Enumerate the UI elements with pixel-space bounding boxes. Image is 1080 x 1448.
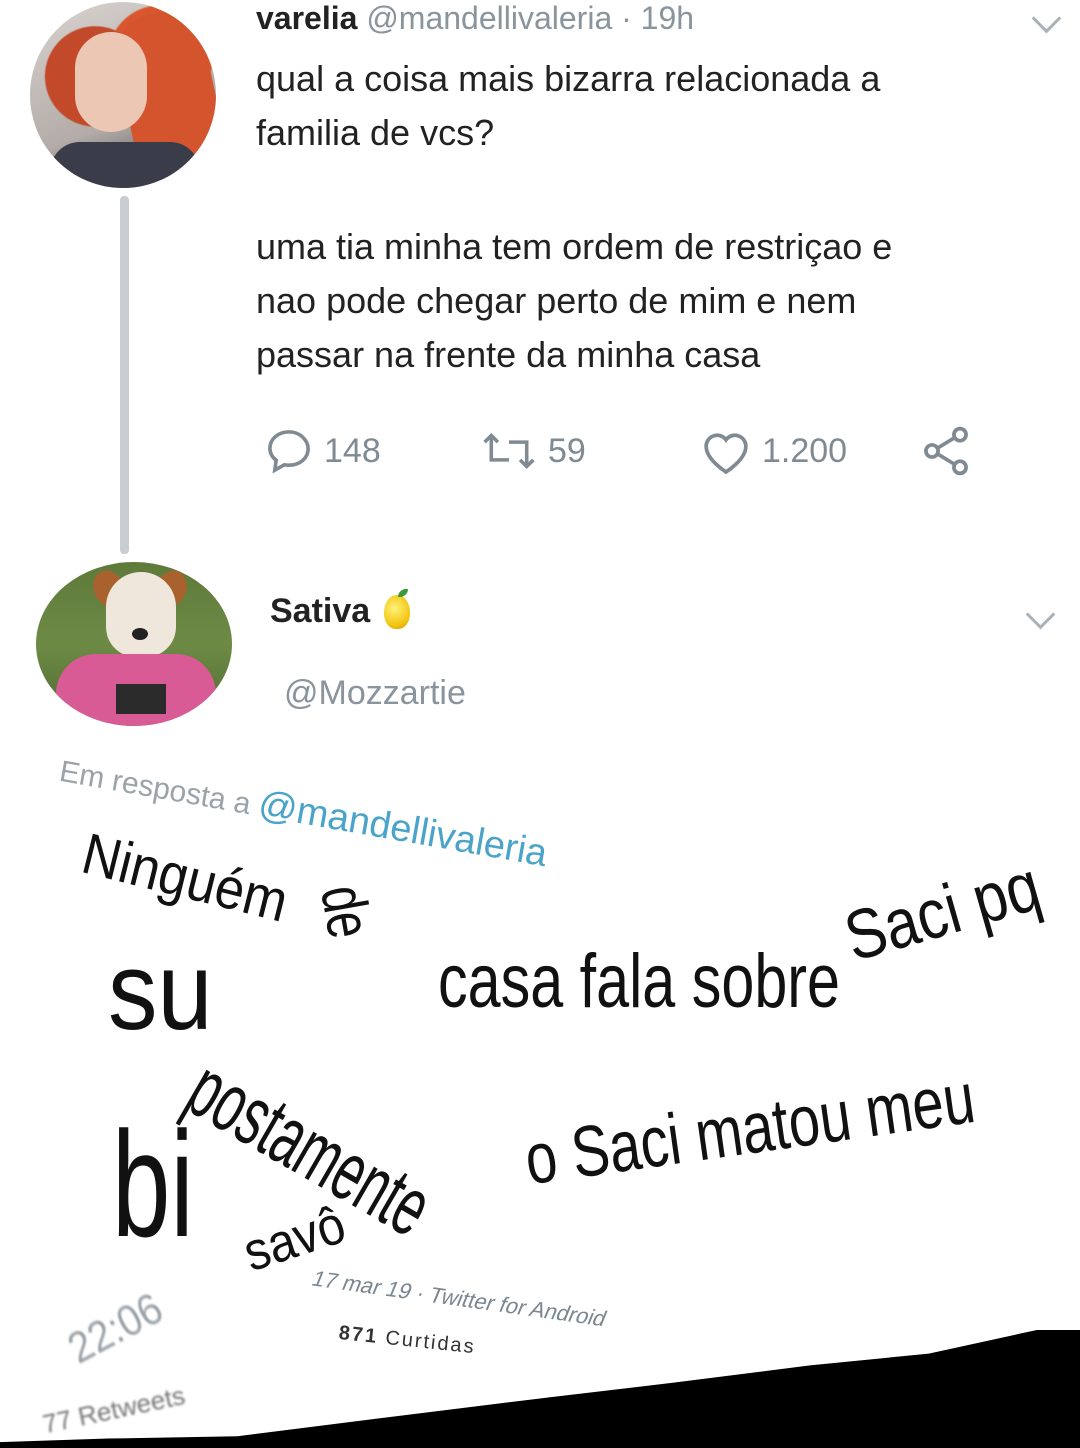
author-handle[interactable]: @Mozzartie — [284, 674, 466, 713]
reply-text-word: Ninguém — [76, 820, 295, 935]
likes-label: Curtidas — [384, 1326, 477, 1359]
retweets-stat[interactable]: 77 Retweets — [40, 1380, 188, 1440]
separator-dot: · — [621, 0, 632, 36]
likes-stat[interactable]: 871 Curtidas — [338, 1322, 477, 1359]
avatar-sativa[interactable] — [36, 562, 232, 726]
reply-text-word: casa fala sobre — [438, 939, 841, 1024]
reply-text-word: Saci pq — [836, 846, 1049, 976]
avatar-varelia[interactable] — [30, 2, 216, 188]
reply-icon — [268, 430, 310, 474]
chevron-down-icon[interactable] — [1025, 599, 1056, 630]
reply-mention-link[interactable]: @mandellivaleria — [255, 783, 550, 875]
avatar-shirt — [50, 142, 200, 188]
reply-text-word: de — [307, 880, 384, 944]
body-line-3: passar na frente da minha casa — [256, 334, 761, 375]
reply-text-word: bi — [112, 1100, 194, 1268]
author-name: Sativa — [270, 592, 371, 630]
reply-prefix: Em resposta a — [57, 754, 254, 821]
reply-text-word: su — [108, 930, 213, 1053]
avatar-face — [75, 32, 147, 132]
like-button[interactable]: 1.200 — [698, 420, 847, 482]
heart-icon — [704, 433, 748, 475]
author-name[interactable]: varelia — [256, 0, 357, 36]
retweet-button[interactable]: 59 — [478, 420, 586, 482]
tweet1-actions: 148 59 1.200 — [262, 420, 1002, 482]
avatar-dog-nose — [132, 628, 148, 640]
chevron-down-icon[interactable] — [1031, 3, 1062, 34]
question-line-2: familia de vcs? — [256, 112, 495, 153]
question-line-1: qual a coisa mais bizarra relacionada a — [256, 58, 881, 99]
like-count: 1.200 — [762, 431, 848, 470]
reply-button[interactable]: 148 — [262, 420, 381, 482]
thread-line — [120, 196, 129, 554]
reply-text-word: o Saci matou meu — [520, 1057, 980, 1201]
tweet2-author[interactable]: Sativa — [270, 588, 411, 631]
tweet-timestamp: 22:06 — [60, 1283, 171, 1374]
tweet1-body: uma tia minha tem ordem de restriçao e n… — [256, 220, 1046, 382]
retweet-count: 59 — [548, 431, 586, 470]
retweets-label: Retweets — [75, 1379, 188, 1432]
tweet-meta: 17 mar 19 · Twitter for Android — [308, 1266, 611, 1332]
share-button[interactable] — [918, 420, 974, 482]
avatar-shirt-print — [116, 684, 166, 714]
reply-count: 148 — [324, 431, 381, 470]
share-icon — [924, 426, 968, 476]
tweet1-question: qual a coisa mais bizarra relacionada a … — [256, 52, 1046, 160]
retweets-count: 77 — [40, 1403, 75, 1440]
body-line-2: nao pode chegar perto de mim e nem — [256, 280, 857, 321]
lemon-icon — [384, 588, 411, 629]
avatar-dog-face — [106, 572, 176, 657]
author-handle[interactable]: @mandellivaleria — [366, 0, 612, 36]
retweet-icon — [483, 432, 535, 470]
tweet-time[interactable]: 19h — [641, 0, 694, 36]
tweet1-header: varelia @mandellivaleria · 19h — [256, 0, 694, 36]
body-line-1: uma tia minha tem ordem de restriçao e — [256, 226, 893, 267]
likes-count: 871 — [337, 1322, 380, 1348]
